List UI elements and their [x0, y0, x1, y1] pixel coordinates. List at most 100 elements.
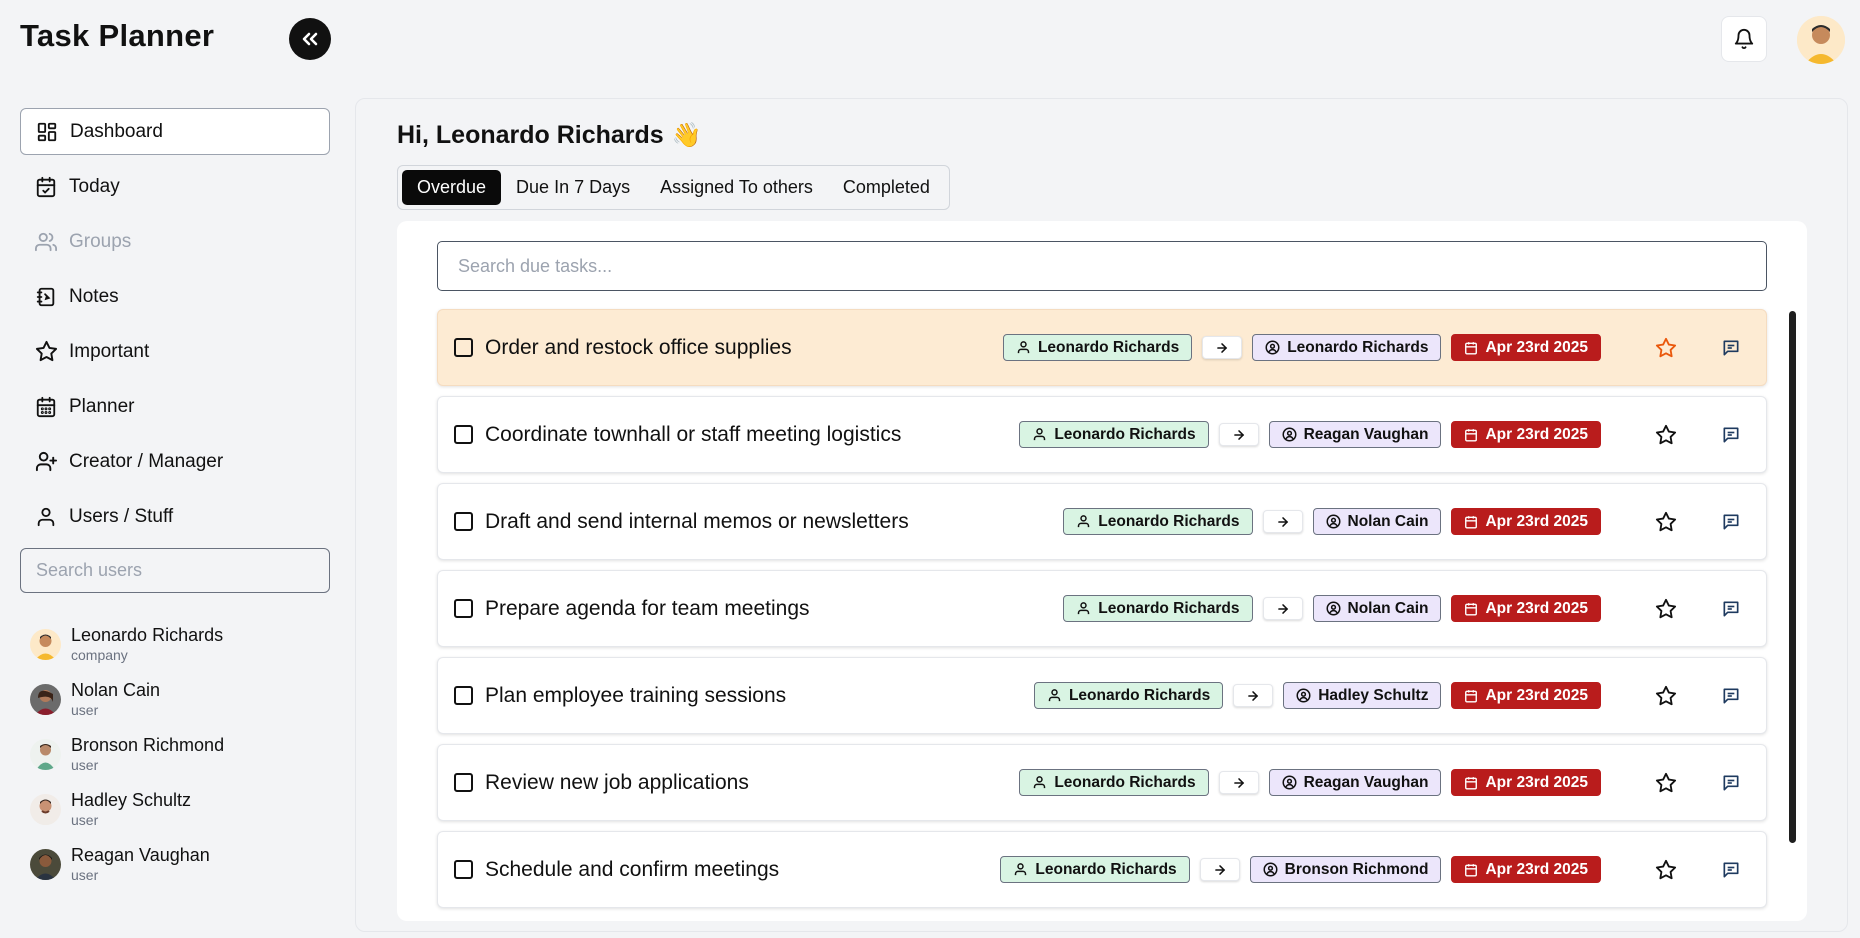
due-date-text: Apr 23rd 2025	[1485, 512, 1588, 530]
task-checkbox[interactable]	[454, 512, 473, 531]
due-date-text: Apr 23rd 2025	[1485, 860, 1588, 878]
profile-avatar[interactable]	[1797, 16, 1845, 64]
creator-chip: Leonardo Richards	[1000, 856, 1190, 883]
star-icon	[1655, 685, 1677, 705]
task-checkbox[interactable]	[454, 338, 473, 357]
user-name: Reagan Vaughan	[71, 845, 210, 865]
star-button[interactable]	[1651, 681, 1681, 711]
comment-button[interactable]	[1716, 681, 1746, 711]
due-date-text: Apr 23rd 2025	[1485, 686, 1588, 704]
star-button[interactable]	[1651, 333, 1681, 363]
arrow-right-icon	[1199, 858, 1240, 881]
star-button[interactable]	[1651, 768, 1681, 798]
comment-button[interactable]	[1716, 420, 1746, 450]
task-checkbox[interactable]	[454, 860, 473, 879]
user-search-input[interactable]	[20, 548, 330, 593]
task-row[interactable]: Order and restock office supplies Leonar…	[437, 309, 1767, 386]
avatar	[30, 794, 61, 825]
assignee-name: Hadley Schultz	[1318, 686, 1429, 704]
user-list-item[interactable]: Leonardo Richards company	[20, 617, 330, 672]
task-row[interactable]: Schedule and confirm meetings Leonardo R…	[437, 831, 1767, 908]
user-icon	[1016, 340, 1031, 355]
user-list-item[interactable]: Reagan Vaughan user	[20, 837, 330, 892]
arrow-right-icon	[1218, 771, 1259, 794]
due-date-badge: Apr 23rd 2025	[1451, 334, 1601, 361]
creator-chip: Leonardo Richards	[1002, 334, 1193, 361]
sidebar-item-notes[interactable]: Notes	[20, 273, 330, 320]
user-list-item[interactable]: Hadley Schultz user	[20, 782, 330, 837]
user-icon	[33, 504, 59, 530]
tab-completed[interactable]: Completed	[828, 170, 945, 205]
tab-due-in-7-days[interactable]: Due In 7 Days	[501, 170, 645, 205]
task-checkbox[interactable]	[454, 773, 473, 792]
task-title: Draft and send internal memos or newslet…	[485, 509, 909, 533]
avatar	[30, 684, 61, 715]
task-row[interactable]: Draft and send internal memos or newslet…	[437, 483, 1767, 560]
assignee-chip: Reagan Vaughan	[1268, 769, 1442, 796]
task-title: Schedule and confirm meetings	[485, 857, 780, 881]
assignee-name: Nolan Cain	[1347, 599, 1429, 617]
user-icon	[1032, 427, 1047, 442]
user-circle-icon	[1282, 775, 1297, 790]
due-date-text: Apr 23rd 2025	[1485, 338, 1588, 356]
notifications-button[interactable]	[1721, 16, 1767, 62]
comment-button[interactable]	[1716, 333, 1746, 363]
sidebar-item-today[interactable]: Today	[20, 163, 330, 210]
star-button[interactable]	[1651, 507, 1681, 537]
user-name: Leonardo Richards	[71, 625, 224, 645]
user-role: user	[71, 867, 99, 883]
app-title: Task Planner	[20, 18, 215, 53]
task-tabs: Overdue Due In 7 Days Assigned To others…	[397, 165, 950, 210]
sidebar-item-label: Dashboard	[70, 120, 163, 142]
user-list-item[interactable]: Bronson Richmond user	[20, 727, 330, 782]
message-icon	[1723, 514, 1739, 529]
message-icon	[1723, 775, 1739, 790]
sidebar-item-label: Users / Stuff	[69, 505, 174, 527]
star-button[interactable]	[1651, 420, 1681, 450]
comment-button[interactable]	[1716, 507, 1746, 537]
sidebar-item-dashboard[interactable]: Dashboard	[20, 108, 330, 155]
task-row[interactable]: Prepare agenda for team meetings Leonard…	[437, 570, 1767, 647]
tab-overdue[interactable]: Overdue	[402, 170, 502, 205]
assignee-name: Nolan Cain	[1347, 512, 1429, 530]
sidebar-item-creator-manager[interactable]: Creator / Manager	[20, 438, 330, 485]
task-checkbox[interactable]	[454, 686, 473, 705]
due-date-text: Apr 23rd 2025	[1485, 599, 1588, 617]
user-list-item[interactable]: Nolan Cain user	[20, 672, 330, 727]
star-button[interactable]	[1651, 594, 1681, 624]
calendar-icon	[1464, 515, 1478, 529]
arrow-right-icon	[1233, 684, 1274, 707]
greeting-text: Hi, Leonardo Richards	[397, 121, 664, 149]
due-date-badge: Apr 23rd 2025	[1451, 682, 1601, 709]
sidebar-item-important[interactable]: Important	[20, 328, 330, 375]
sidebar-item-groups[interactable]: Groups	[20, 218, 330, 265]
due-date-badge: Apr 23rd 2025	[1451, 856, 1601, 883]
collapse-sidebar-button[interactable]	[289, 18, 331, 60]
star-icon	[33, 339, 59, 365]
star-button[interactable]	[1651, 855, 1681, 885]
tab-assigned-to-others[interactable]: Assigned To others	[645, 170, 828, 205]
message-icon	[1723, 601, 1739, 616]
sidebar-item-users-stuff[interactable]: Users / Stuff	[20, 493, 330, 540]
message-icon	[1723, 688, 1739, 703]
task-row[interactable]: Review new job applications Leonardo Ric…	[437, 744, 1767, 821]
page-title: Hi, Leonardo Richards 👋	[397, 121, 702, 150]
task-title: Review new job applications	[485, 770, 749, 794]
assignee-chip: Nolan Cain	[1312, 595, 1442, 622]
task-row[interactable]: Plan employee training sessions Leonardo…	[437, 657, 1767, 734]
task-search-input[interactable]	[437, 241, 1767, 291]
sidebar-item-planner[interactable]: Planner	[20, 383, 330, 430]
task-checkbox[interactable]	[454, 599, 473, 618]
user-icon	[1047, 688, 1062, 703]
comment-button[interactable]	[1716, 768, 1746, 798]
task-checkbox[interactable]	[454, 425, 473, 444]
user-role: user	[71, 757, 99, 773]
user-circle-icon	[1263, 862, 1278, 877]
task-title: Plan employee training sessions	[485, 683, 787, 707]
task-row[interactable]: Coordinate townhall or staff meeting log…	[437, 396, 1767, 473]
comment-button[interactable]	[1716, 594, 1746, 624]
star-icon	[1655, 511, 1677, 531]
comment-button[interactable]	[1716, 855, 1746, 885]
calendar-check-icon	[33, 174, 59, 200]
scrollbar[interactable]	[1789, 311, 1796, 843]
